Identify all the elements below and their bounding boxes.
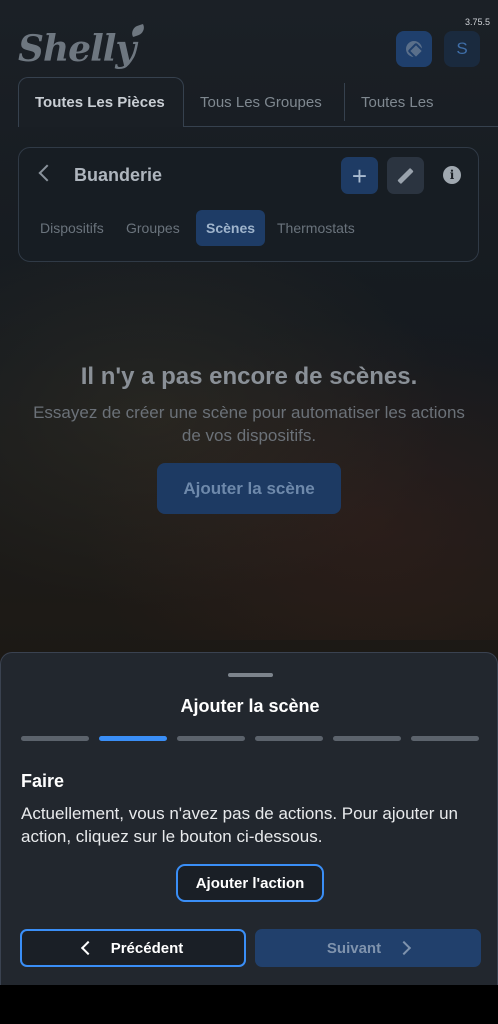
subtab-thermostats[interactable]: Thermostats (267, 210, 365, 246)
pencil-icon (397, 167, 414, 184)
background-photo (0, 260, 498, 640)
add-button[interactable]: + (341, 157, 378, 194)
subtab-groups[interactable]: Groupes (116, 210, 190, 246)
tab-all-devices[interactable]: Toutes Les (344, 83, 450, 121)
add-scene-button[interactable]: Ajouter la scène (157, 463, 341, 514)
tabs-divider (184, 126, 498, 127)
tab-all-rooms[interactable]: Toutes Les Pièces (18, 77, 184, 127)
avatar-button[interactable]: S (444, 31, 480, 67)
previous-label: Précédent (110, 939, 184, 957)
edit-button[interactable] (387, 157, 424, 194)
tab-all-groups[interactable]: Tous Les Groupes (184, 77, 338, 127)
subtab-devices[interactable]: Dispositifs (30, 210, 114, 246)
step-indicator-1 (21, 736, 89, 741)
step-indicator-4 (255, 736, 323, 741)
step-description: Actuellement, vous n'avez pas de actions… (21, 804, 459, 846)
subtab-scenes[interactable]: Scènes (196, 210, 266, 246)
next-label: Suivant (326, 939, 382, 957)
chevron-left-icon (80, 940, 95, 956)
step-label: Faire (21, 771, 65, 791)
cloud-sync-button[interactable] (396, 31, 432, 67)
step-indicator-6 (411, 736, 479, 741)
logo-leaf-icon (129, 23, 147, 38)
sheet-drag-handle[interactable] (228, 673, 273, 677)
cube-icon (406, 41, 422, 57)
add-action-button[interactable]: Ajouter l'action (176, 864, 324, 902)
info-icon[interactable]: i (443, 166, 461, 184)
previous-button[interactable]: Précédent (20, 929, 246, 967)
shelly-logo: Shelly (18, 28, 136, 70)
room-title: Buanderie (74, 165, 163, 185)
step-indicator-3 (177, 736, 245, 741)
add-scene-sheet: Ajouter la scène Faire Actuellement, vou… (0, 652, 498, 985)
next-button[interactable]: Suivant (255, 929, 481, 967)
version-label: 3.75.5 (464, 17, 490, 27)
empty-state-description: Essayez de créer une scène pour automati… (33, 403, 465, 445)
empty-state-title: Il n'y a pas encore de scènes. (80, 363, 418, 390)
sheet-title: Ajouter la scène (180, 696, 320, 716)
chevron-right-icon (397, 940, 412, 956)
back-chevron-icon[interactable] (38, 164, 56, 182)
system-bottom-bar (0, 985, 498, 1024)
room-card: Buanderie + i Dispositifs Groupes Scènes… (18, 147, 479, 262)
step-indicator-2 (99, 736, 167, 741)
step-indicator-5 (333, 736, 401, 741)
room-tabs: Toutes Les Pièces Tous Les Groupes Toute… (18, 77, 498, 127)
